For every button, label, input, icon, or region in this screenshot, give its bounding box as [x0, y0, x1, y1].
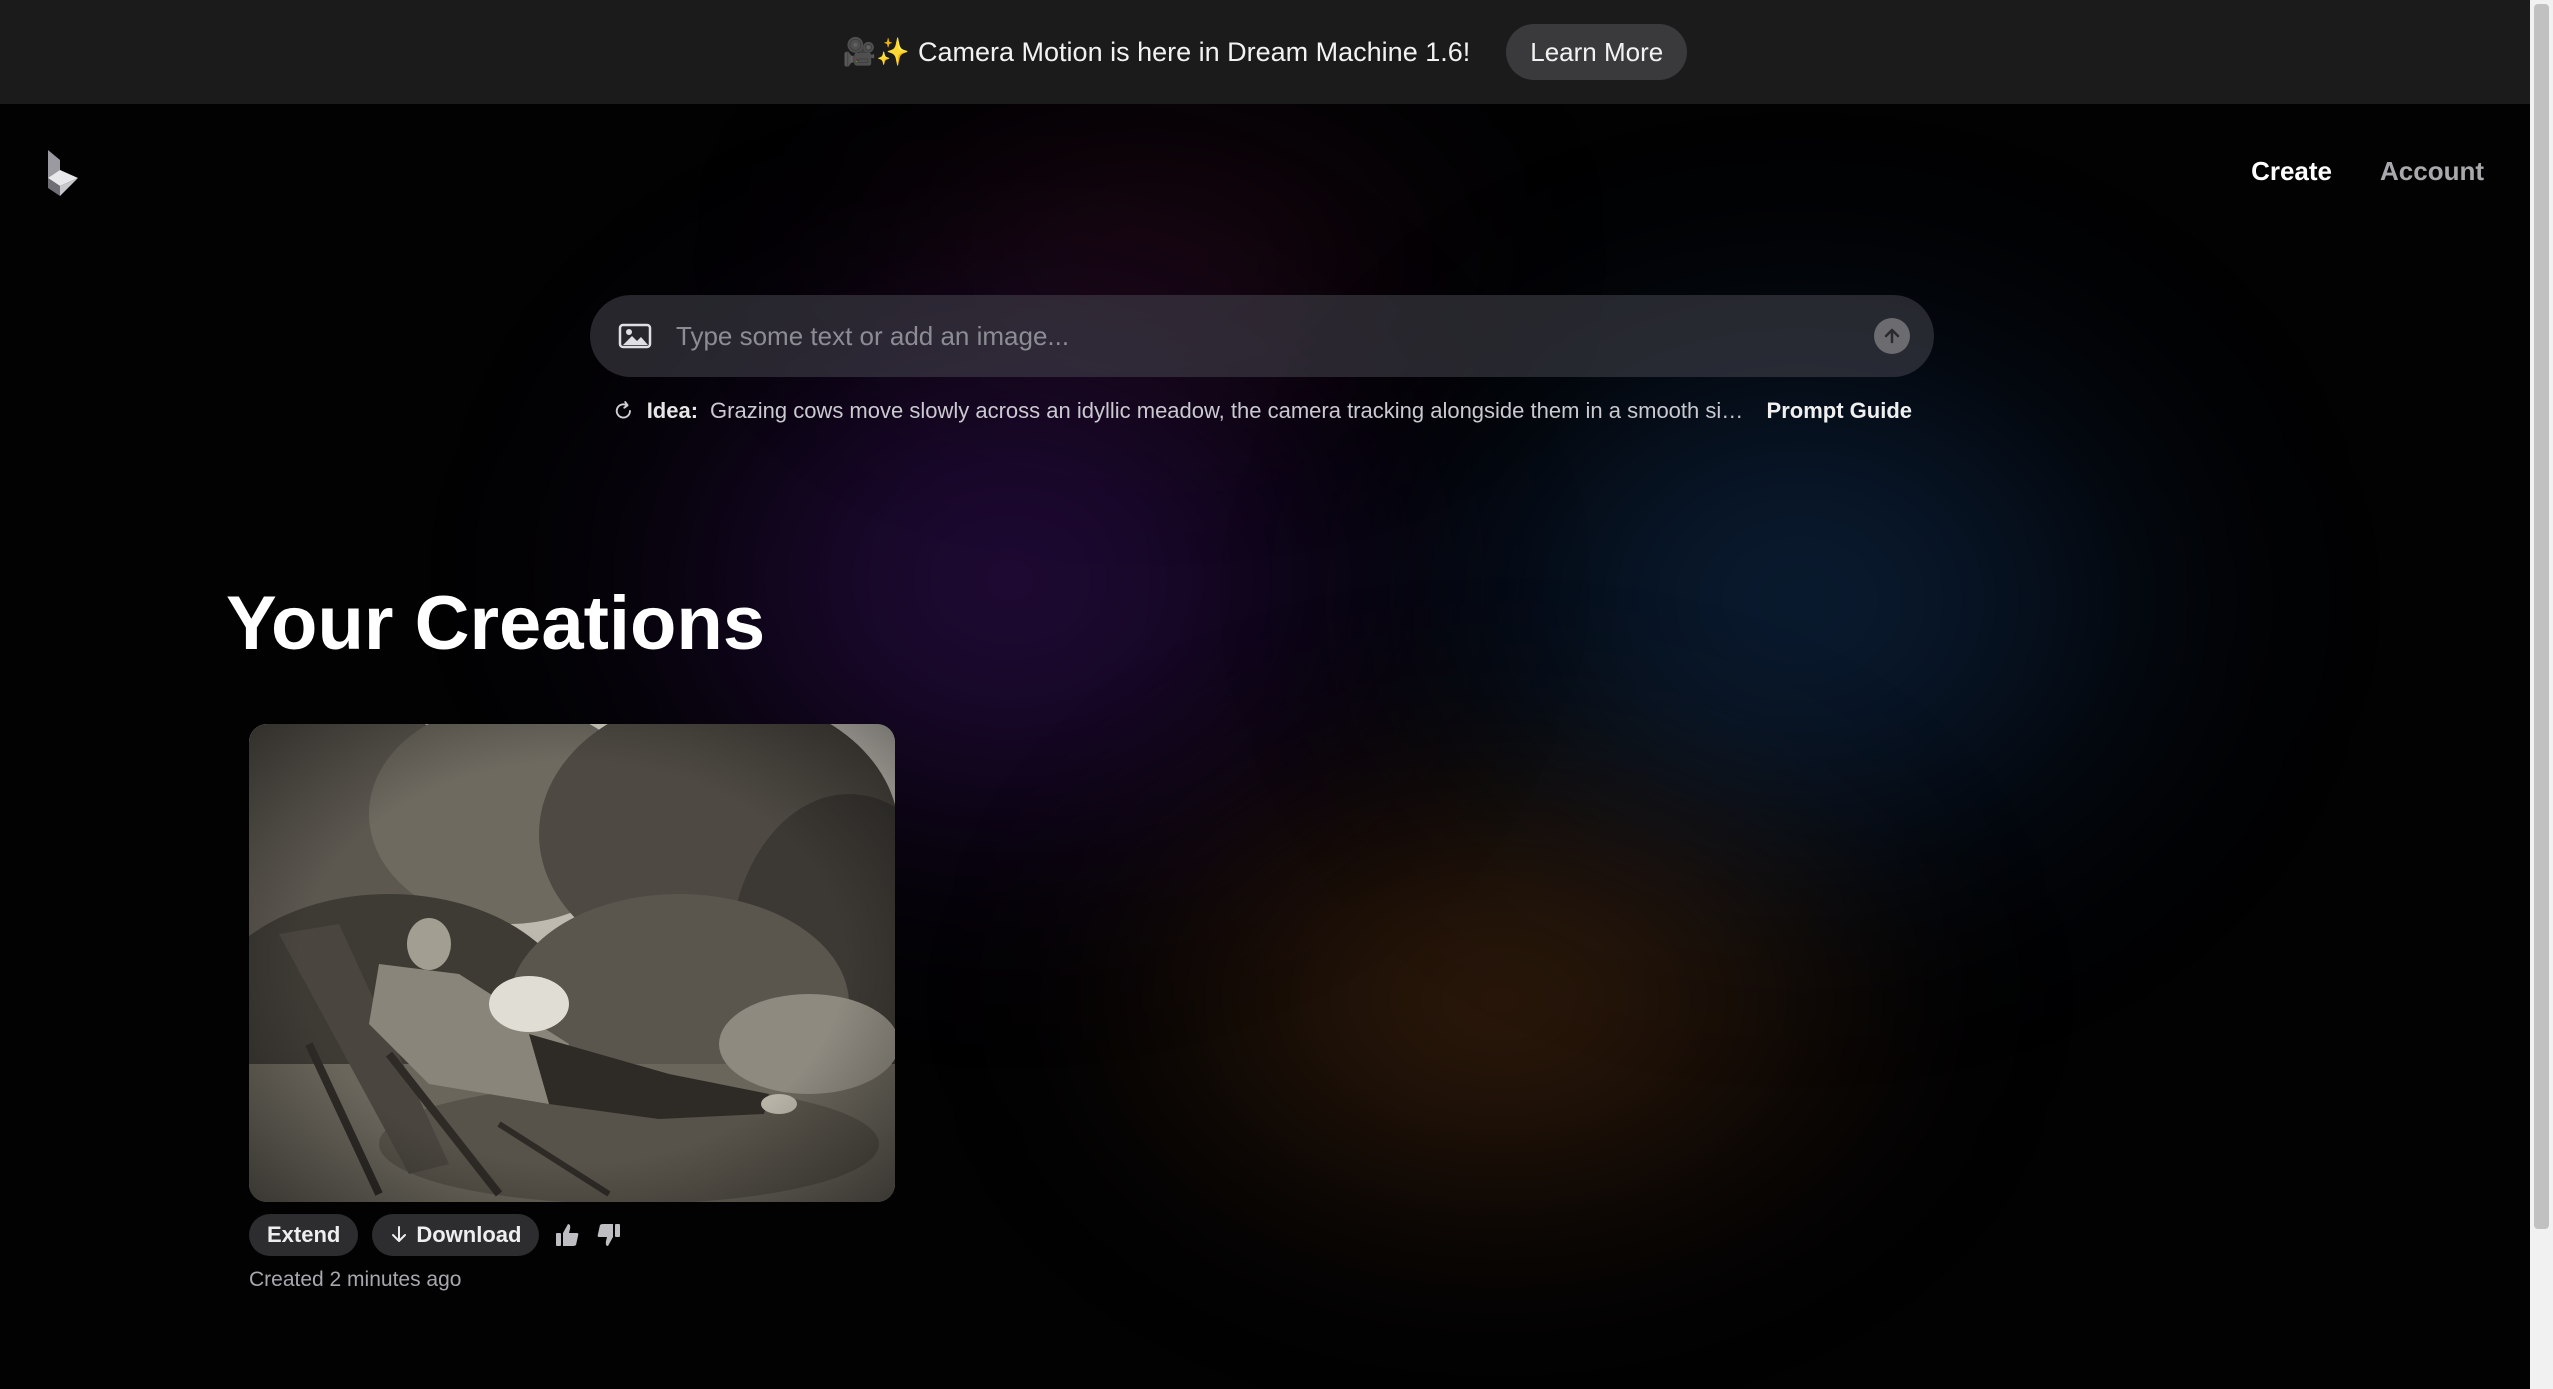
- idea-label: Idea:: [646, 398, 699, 423]
- learn-more-button[interactable]: Learn More: [1506, 24, 1688, 80]
- download-arrow-icon: [392, 1226, 407, 1242]
- creation-actions: Extend Download: [249, 1214, 895, 1256]
- thumbs-up-icon[interactable]: [553, 1221, 581, 1249]
- download-button[interactable]: Download: [372, 1214, 540, 1256]
- prompt-guide-link[interactable]: Prompt Guide: [1767, 398, 1912, 424]
- scrollbar-thumb[interactable]: [2534, 4, 2549, 1229]
- section-title: Your Creations: [226, 581, 766, 666]
- thumbs-down-icon[interactable]: [595, 1221, 623, 1249]
- prompt-bar: [590, 295, 1934, 377]
- idea-text[interactable]: Grazing cows move slowly across an idyll…: [710, 398, 1753, 424]
- creation-thumbnail[interactable]: [249, 724, 895, 1202]
- extend-button[interactable]: Extend: [249, 1214, 359, 1256]
- created-timestamp: Created 2 minutes ago: [249, 1268, 462, 1291]
- page: 🎥✨ Camera Motion is here in Dream Machin…: [0, 0, 2553, 1389]
- banner-text: Camera Motion is here in Dream Machine 1…: [918, 36, 1471, 67]
- refresh-icon[interactable]: [612, 399, 635, 423]
- extend-label: Extend: [267, 1222, 341, 1247]
- nav-account[interactable]: Account: [2380, 156, 2484, 187]
- prompt-input[interactable]: [674, 319, 1874, 353]
- announcement-banner: 🎥✨ Camera Motion is here in Dream Machin…: [0, 0, 2530, 104]
- arrow-up-icon: [1884, 328, 1900, 344]
- download-label: Download: [416, 1222, 522, 1247]
- page-scrollbar[interactable]: [2530, 0, 2553, 1389]
- creation-card: Extend Download Created 2 minutes ago: [249, 724, 895, 1292]
- top-nav: Create Account: [2251, 156, 2484, 187]
- send-button[interactable]: [1874, 318, 1910, 354]
- idea-row: Idea: Grazing cows move slowly across an…: [612, 394, 1912, 428]
- camera-sparkle-icon: 🎥✨: [842, 37, 911, 67]
- nav-create[interactable]: Create: [2251, 156, 2332, 187]
- background-glow: [1050, 720, 1950, 1280]
- image-upload-icon[interactable]: [618, 322, 652, 350]
- luma-logo-icon[interactable]: [40, 150, 80, 196]
